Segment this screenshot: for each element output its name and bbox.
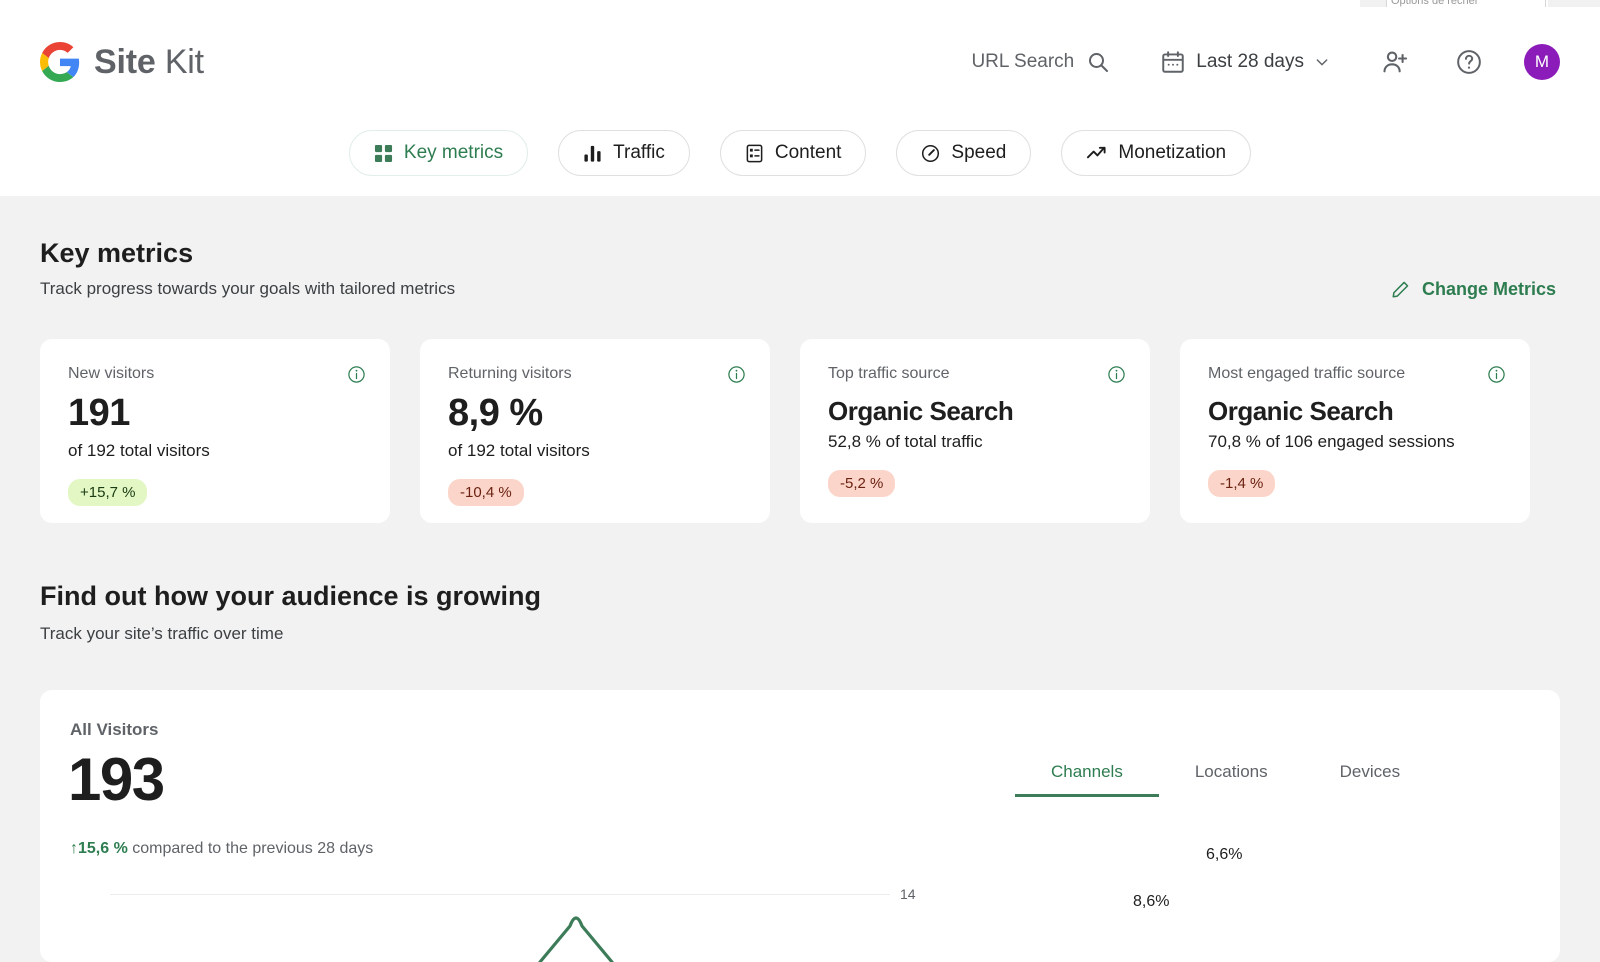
nav-item-monetization[interactable]: Monetization xyxy=(1061,130,1252,176)
url-search-button[interactable]: URL Search xyxy=(971,50,1110,74)
metric-card-value: 191 xyxy=(68,392,130,434)
status-badge: -10,4 % xyxy=(448,478,524,506)
avatar[interactable]: M xyxy=(1524,44,1560,80)
info-icon[interactable] xyxy=(347,365,366,389)
browser-chrome-gap-right xyxy=(1548,0,1600,7)
chevron-down-icon xyxy=(1316,59,1328,66)
info-icon[interactable] xyxy=(1107,365,1126,389)
search-icon xyxy=(1089,53,1109,72)
status-badge: +15,7 % xyxy=(68,478,148,506)
nav-item-label: Traffic xyxy=(613,142,665,163)
tab-label: Devices xyxy=(1339,762,1401,781)
metric-card-title: Most engaged traffic source xyxy=(1208,365,1406,382)
document-list-icon xyxy=(745,144,764,163)
nav-item-content[interactable]: Content xyxy=(719,130,867,176)
info-icon[interactable] xyxy=(1487,365,1506,389)
page-body: Key metrics Track progress towards your … xyxy=(0,196,1600,962)
browser-search-options-remnant[interactable]: Options de recher xyxy=(1386,0,1546,7)
nav-item-label: Monetization xyxy=(1118,142,1227,163)
all-visitors-label: All Visitors xyxy=(70,720,159,739)
app-header: Site Kit URL Search Last 28 days M xyxy=(0,7,1600,117)
tab-channels[interactable]: Channels xyxy=(1015,762,1159,797)
key-metrics-card-list: New visitors 191 of 192 total visitors +… xyxy=(40,339,1600,523)
breakdown-tabs: Channels Locations Devices xyxy=(1015,762,1436,797)
nav-item-key-metrics[interactable]: Key metrics xyxy=(348,130,529,176)
status-badge: -1,4 % xyxy=(1208,469,1276,497)
tab-devices[interactable]: Devices xyxy=(1304,762,1436,797)
add-user-icon xyxy=(1383,51,1408,73)
visitors-line-path xyxy=(538,916,614,962)
bar-chart-icon xyxy=(583,144,602,163)
change-metrics-label: Change Metrics xyxy=(1421,279,1556,299)
info-icon[interactable] xyxy=(727,365,746,389)
tab-locations[interactable]: Locations xyxy=(1159,762,1304,797)
metric-card-top-traffic-source[interactable]: Top traffic source Organic Search 52,8 %… xyxy=(800,339,1150,523)
nav-item-label: Speed xyxy=(951,142,1007,163)
donut-label-direct: 6,6% xyxy=(1206,846,1242,863)
donut-label-organic-social: 8,6% xyxy=(1133,893,1169,910)
tab-label: Channels xyxy=(1051,762,1123,781)
metric-card-sub: 52,8 % of total traffic xyxy=(828,431,983,451)
page-root: Options de recher Site Kit URL Search La… xyxy=(0,0,1600,962)
metric-card-title: Returning visitors xyxy=(448,365,572,382)
metric-card-title: Top traffic source xyxy=(828,365,950,382)
url-search-label: URL Search xyxy=(971,51,1075,72)
header-actions: URL Search Last 28 days M xyxy=(971,43,1560,81)
all-visitors-panel: All Visitors 193 ↑15,6 % compared to the… xyxy=(40,690,1560,962)
metric-card-value: Organic Search xyxy=(1208,396,1394,426)
metric-card-title: New visitors xyxy=(68,365,155,382)
help-button[interactable] xyxy=(1450,43,1488,81)
brand-name-light: Kit xyxy=(164,42,204,81)
grid-icon xyxy=(374,144,393,163)
change-metrics-button[interactable]: Change Metrics xyxy=(1391,279,1556,300)
all-visitors-delta-text: compared to the previous 28 days xyxy=(127,840,374,857)
date-range-label: Last 28 days xyxy=(1196,51,1304,72)
google-g-icon xyxy=(40,42,80,82)
metric-card-returning-visitors[interactable]: Returning visitors 8,9 % of 192 total vi… xyxy=(420,339,770,523)
avatar-initial: M xyxy=(1534,52,1550,71)
metric-card-sub: of 192 total visitors xyxy=(448,440,590,460)
key-metrics-subtitle: Track progress towards your goals with t… xyxy=(40,279,456,298)
metric-card-value: 8,9 % xyxy=(448,392,543,434)
trending-up-icon xyxy=(1086,143,1107,164)
primary-nav: Key metrics Traffic Content Speed Moneti… xyxy=(0,130,1600,176)
brand-logo-group[interactable]: Site Kit xyxy=(40,42,204,82)
brand-name: Site Kit xyxy=(94,43,204,82)
gauge-icon xyxy=(921,144,940,163)
visitors-line-chart: 14 xyxy=(100,886,916,962)
calendar-icon xyxy=(1162,51,1184,73)
audience-title: Find out how your audience is growing xyxy=(40,581,542,611)
key-metrics-title: Key metrics xyxy=(40,238,194,268)
brand-name-bold: Site xyxy=(94,42,156,81)
metric-card-value: Organic Search xyxy=(828,396,1014,426)
nav-item-traffic[interactable]: Traffic xyxy=(558,130,690,176)
audience-subtitle: Track your site’s traffic over time xyxy=(40,624,284,643)
add-user-button[interactable] xyxy=(1376,43,1414,81)
nav-item-label: Key metrics xyxy=(403,142,504,163)
nav-item-speed[interactable]: Speed xyxy=(896,130,1032,176)
nav-item-label: Content xyxy=(774,142,842,163)
status-badge: -5,2 % xyxy=(828,469,896,497)
date-range-selector[interactable]: Last 28 days xyxy=(1160,49,1330,75)
pencil-icon xyxy=(1392,281,1409,298)
browser-remnant-label: Options de recher xyxy=(1391,0,1479,7)
metric-card-sub: 70,8 % of 106 engaged sessions xyxy=(1208,431,1455,451)
help-circle-icon xyxy=(1457,50,1481,74)
donut-svg: 6,6% 8,6% xyxy=(1133,846,1242,910)
tab-label: Locations xyxy=(1194,762,1268,781)
metric-card-sub: of 192 total visitors xyxy=(68,440,210,460)
metric-card-new-visitors[interactable]: New visitors 191 of 192 total visitors +… xyxy=(40,339,390,523)
all-visitors-delta-value: ↑15,6 % xyxy=(70,840,128,857)
chart-gridline-label: 14 xyxy=(900,886,916,902)
metric-card-most-engaged-traffic-source[interactable]: Most engaged traffic source Organic Sear… xyxy=(1180,339,1530,523)
channels-donut-chart: 6,6% 8,6% xyxy=(1040,810,1500,962)
browser-chrome-gap-left xyxy=(1360,0,1386,7)
